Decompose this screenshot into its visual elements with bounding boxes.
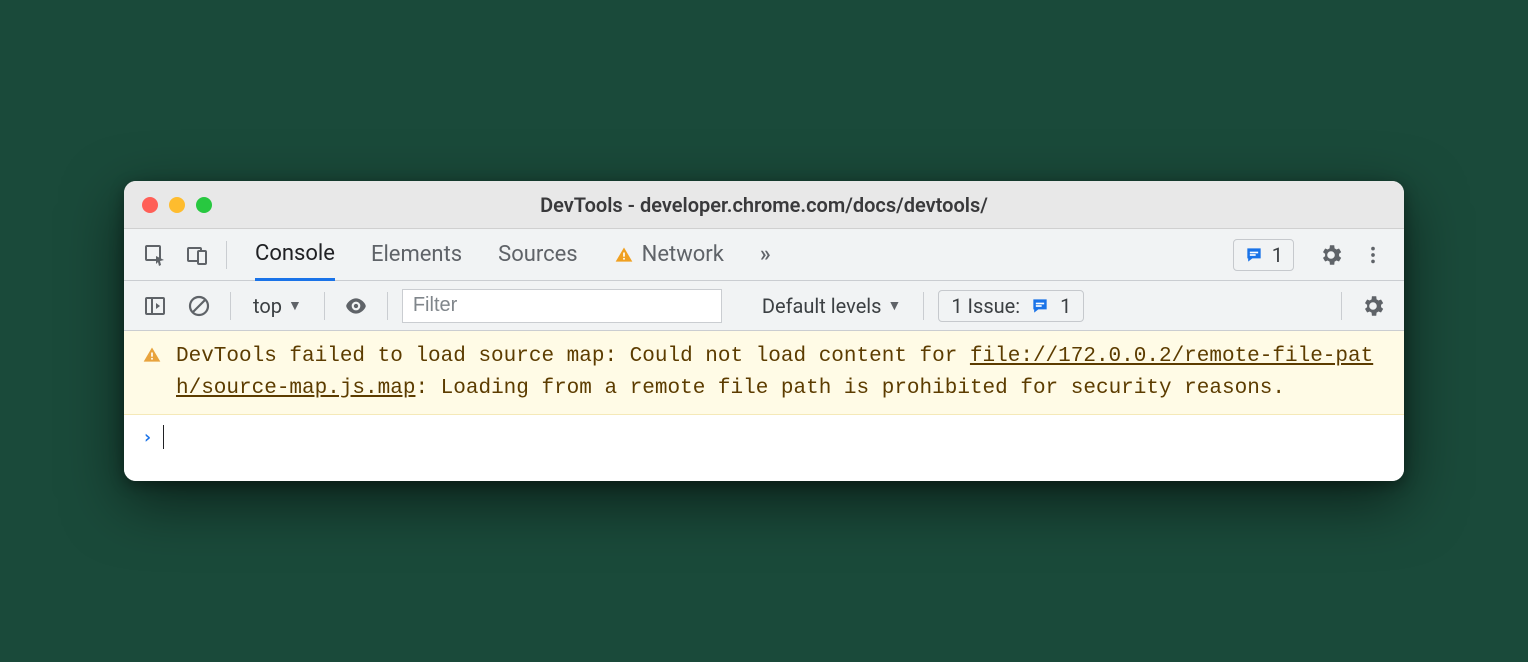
traffic-lights xyxy=(142,197,212,213)
context-label: top xyxy=(253,294,282,318)
clear-console-icon[interactable] xyxy=(182,289,216,323)
devtools-window: DevTools - developer.chrome.com/docs/dev… xyxy=(124,181,1404,481)
close-window-button[interactable] xyxy=(142,197,158,213)
issues-count: 1 xyxy=(1272,243,1283,267)
title-bar: DevTools - developer.chrome.com/docs/dev… xyxy=(124,181,1404,229)
log-levels-dropdown[interactable]: Default levels ▼ xyxy=(754,292,910,320)
issues-button[interactable]: 1 xyxy=(1233,239,1294,271)
tab-elements[interactable]: Elements xyxy=(371,229,462,280)
prompt-caret-icon: › xyxy=(142,427,153,448)
divider xyxy=(230,292,231,320)
tab-network[interactable]: Network xyxy=(614,229,724,280)
console-toolbar: top ▼ Default levels ▼ 1 Issue: 1 xyxy=(124,281,1404,331)
divider xyxy=(387,292,388,320)
context-selector[interactable]: top ▼ xyxy=(245,292,310,320)
warning-triangle-icon xyxy=(142,345,162,365)
warning-prefix: DevTools failed to load source map: Coul… xyxy=(176,345,970,368)
issue-bubble-icon xyxy=(1030,296,1050,316)
issues-summary[interactable]: 1 Issue: 1 xyxy=(938,290,1084,322)
chevron-down-icon: ▼ xyxy=(288,297,302,314)
console-prompt[interactable]: › xyxy=(124,415,1404,459)
log-levels-label: Default levels xyxy=(762,294,882,318)
filter-input[interactable] xyxy=(402,289,722,323)
main-toolbar: Console Elements Sources Network » 1 xyxy=(124,229,1404,281)
device-toolbar-icon[interactable] xyxy=(180,238,214,272)
more-menu-icon[interactable] xyxy=(1356,238,1390,272)
divider xyxy=(1341,292,1342,320)
window-title: DevTools - developer.chrome.com/docs/dev… xyxy=(540,193,988,217)
console-settings-gear-icon[interactable] xyxy=(1356,289,1390,323)
console-output: DevTools failed to load source map: Coul… xyxy=(124,331,1404,481)
tabs-overflow-button[interactable]: » xyxy=(760,229,771,280)
divider xyxy=(923,292,924,320)
console-warning-row: DevTools failed to load source map: Coul… xyxy=(124,331,1404,415)
tab-console[interactable]: Console xyxy=(255,230,335,281)
live-expression-icon[interactable] xyxy=(339,289,373,323)
text-cursor xyxy=(163,425,165,449)
divider xyxy=(324,292,325,320)
maximize-window-button[interactable] xyxy=(196,197,212,213)
chevron-down-icon: ▼ xyxy=(888,297,902,314)
warning-triangle-icon xyxy=(614,245,634,265)
warning-suffix: : Loading from a remote file path is pro… xyxy=(415,377,1285,400)
settings-gear-icon[interactable] xyxy=(1314,238,1348,272)
warning-message: DevTools failed to load source map: Coul… xyxy=(176,341,1386,404)
inspect-element-icon[interactable] xyxy=(138,238,172,272)
tab-sources[interactable]: Sources xyxy=(498,229,578,280)
tab-network-label: Network xyxy=(642,242,724,267)
issues-label: 1 Issue: xyxy=(951,294,1020,318)
divider xyxy=(226,241,227,269)
minimize-window-button[interactable] xyxy=(169,197,185,213)
toggle-sidebar-icon[interactable] xyxy=(138,289,172,323)
issues-count: 1 xyxy=(1060,294,1071,318)
issue-bubble-icon xyxy=(1244,245,1264,265)
panel-tabs: Console Elements Sources Network » xyxy=(255,229,771,280)
